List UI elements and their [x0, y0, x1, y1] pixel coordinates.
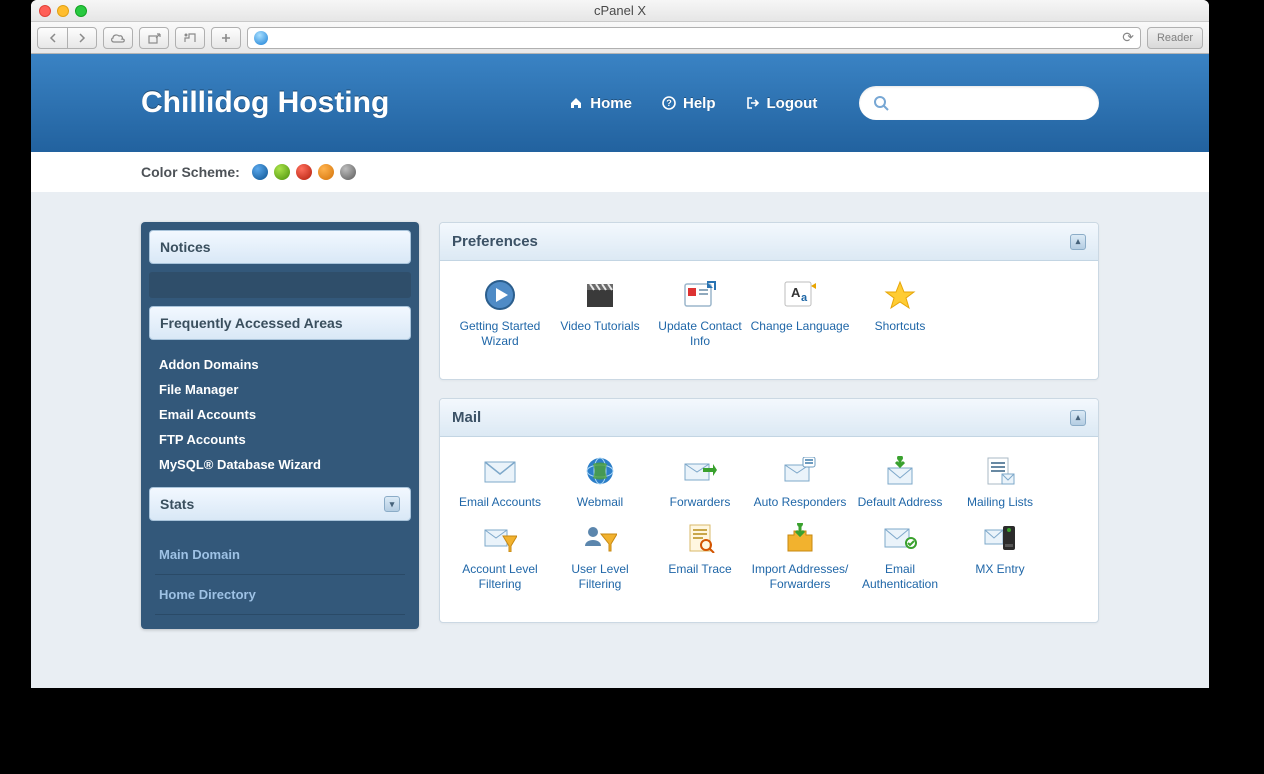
language-icon: Aa: [750, 277, 850, 313]
share-button[interactable]: [139, 27, 169, 49]
minimize-window-button[interactable]: [57, 5, 69, 17]
panel-preferences-header[interactable]: Preferences ▴: [440, 223, 1098, 261]
import-icon: [750, 520, 850, 556]
app-mx-entry[interactable]: MX Entry: [950, 520, 1050, 602]
nav-home[interactable]: Home: [569, 95, 632, 112]
trace-icon: [650, 520, 750, 556]
sidebar-stats-header[interactable]: Stats ▾: [149, 487, 411, 521]
app-user-level-filtering[interactable]: User Level Filtering: [550, 520, 650, 602]
freq-link[interactable]: Email Accounts: [155, 402, 405, 427]
envelope-icon: [450, 453, 550, 489]
cpanel-header: Chillidog Hosting Home ? Help Logout: [31, 54, 1209, 152]
app-email-accounts[interactable]: Email Accounts: [450, 453, 550, 520]
app-auto-responders[interactable]: Auto Responders: [750, 453, 850, 520]
contact-card-icon: [650, 277, 750, 313]
color-scheme-bar: Color Scheme:: [31, 152, 1209, 192]
app-video-tutorials[interactable]: Video Tutorials: [550, 277, 650, 359]
add-bookmark-button[interactable]: [211, 27, 241, 49]
app-import-addresses[interactable]: Import Addresses/ Forwarders: [750, 520, 850, 602]
scheme-gray[interactable]: [340, 164, 356, 180]
app-getting-started-wizard[interactable]: Getting Started Wizard: [450, 277, 550, 359]
logout-icon: [746, 96, 760, 110]
list-icon: [950, 453, 1050, 489]
download-envelope-icon: [850, 453, 950, 489]
reply-icon: [750, 453, 850, 489]
browser-window: cPanel X ⟳ Reader Chillidog Hosting Home: [31, 0, 1209, 688]
app-webmail[interactable]: Webmail: [550, 453, 650, 520]
reload-icon[interactable]: ⟳: [1122, 29, 1134, 46]
freq-link[interactable]: FTP Accounts: [155, 427, 405, 452]
zoom-window-button[interactable]: [75, 5, 87, 17]
nav-logout[interactable]: Logout: [746, 95, 818, 112]
notices-body: [149, 272, 411, 298]
scheme-blue[interactable]: [252, 164, 268, 180]
reader-button[interactable]: Reader: [1147, 27, 1203, 49]
color-scheme-label: Color Scheme:: [141, 164, 240, 180]
app-shortcuts[interactable]: Shortcuts: [850, 277, 950, 359]
forward-arrow-icon: [650, 453, 750, 489]
svg-text:?: ?: [666, 98, 672, 108]
page-viewport: Chillidog Hosting Home ? Help Logout: [31, 54, 1209, 688]
scheme-red[interactable]: [296, 164, 312, 180]
nav-help[interactable]: ? Help: [662, 95, 716, 112]
server-icon: [950, 520, 1050, 556]
content-area: Notices Frequently Accessed Areas Addon …: [31, 192, 1209, 629]
browser-toolbar: ⟳ Reader: [31, 22, 1209, 54]
svg-text:a: a: [801, 292, 808, 304]
color-scheme-options: [252, 164, 356, 180]
panel-mail-header[interactable]: Mail ▴: [440, 399, 1098, 437]
sidebar-freq-header[interactable]: Frequently Accessed Areas: [149, 306, 411, 340]
filter-account-icon: [450, 520, 550, 556]
window-controls: [39, 5, 87, 17]
app-update-contact-info[interactable]: Update Contact Info: [650, 277, 750, 359]
back-button[interactable]: [37, 27, 67, 49]
freq-link[interactable]: Addon Domains: [155, 352, 405, 377]
star-icon: [850, 277, 950, 313]
app-account-level-filtering[interactable]: Account Level Filtering: [450, 520, 550, 602]
site-favicon-icon: [254, 31, 268, 45]
auth-icon: [850, 520, 950, 556]
search-input[interactable]: [889, 95, 1085, 111]
clapperboard-icon: [550, 277, 650, 313]
globe-icon: [550, 453, 650, 489]
chevron-up-icon[interactable]: ▴: [1070, 410, 1086, 426]
chevron-up-icon[interactable]: ▴: [1070, 234, 1086, 250]
main-panels: Preferences ▴ Getting Started Wizard Vid…: [439, 222, 1099, 623]
app-forwarders[interactable]: Forwarders: [650, 453, 750, 520]
stat-row: Home Directory: [155, 575, 405, 615]
close-window-button[interactable]: [39, 5, 51, 17]
panel-preferences: Preferences ▴ Getting Started Wizard Vid…: [439, 222, 1099, 380]
home-icon: [569, 96, 583, 110]
svg-text:A: A: [791, 285, 801, 300]
app-default-address[interactable]: Default Address: [850, 453, 950, 520]
chevron-down-icon[interactable]: ▾: [384, 496, 400, 512]
window-title: cPanel X: [594, 3, 646, 18]
top-sites-button[interactable]: [175, 27, 205, 49]
icloud-button[interactable]: [103, 27, 133, 49]
app-email-authentication[interactable]: Email Authentication: [850, 520, 950, 602]
stats-body: Main Domain Home Directory: [149, 529, 411, 621]
app-change-language[interactable]: Aa Change Language: [750, 277, 850, 359]
scheme-orange[interactable]: [318, 164, 334, 180]
app-email-trace[interactable]: Email Trace: [650, 520, 750, 602]
play-icon: [450, 277, 550, 313]
scheme-green[interactable]: [274, 164, 290, 180]
help-icon: ?: [662, 96, 676, 110]
search-box[interactable]: [859, 86, 1099, 120]
title-bar: cPanel X: [31, 0, 1209, 22]
freq-link[interactable]: File Manager: [155, 377, 405, 402]
forward-button[interactable]: [67, 27, 97, 49]
app-mailing-lists[interactable]: Mailing Lists: [950, 453, 1050, 520]
header-nav: Home ? Help Logout: [569, 95, 817, 112]
filter-user-icon: [550, 520, 650, 556]
freq-link[interactable]: MySQL® Database Wizard: [155, 452, 405, 477]
stat-row: Main Domain: [155, 535, 405, 575]
panel-mail: Mail ▴ Email Accounts Webmail: [439, 398, 1099, 623]
freq-list: Addon Domains File Manager Email Account…: [149, 348, 411, 487]
brand-logo: Chillidog Hosting: [141, 86, 389, 120]
sidebar-notices-header[interactable]: Notices: [149, 230, 411, 264]
sidebar: Notices Frequently Accessed Areas Addon …: [141, 222, 419, 629]
search-icon: [873, 95, 889, 111]
address-bar[interactable]: ⟳: [247, 27, 1141, 49]
